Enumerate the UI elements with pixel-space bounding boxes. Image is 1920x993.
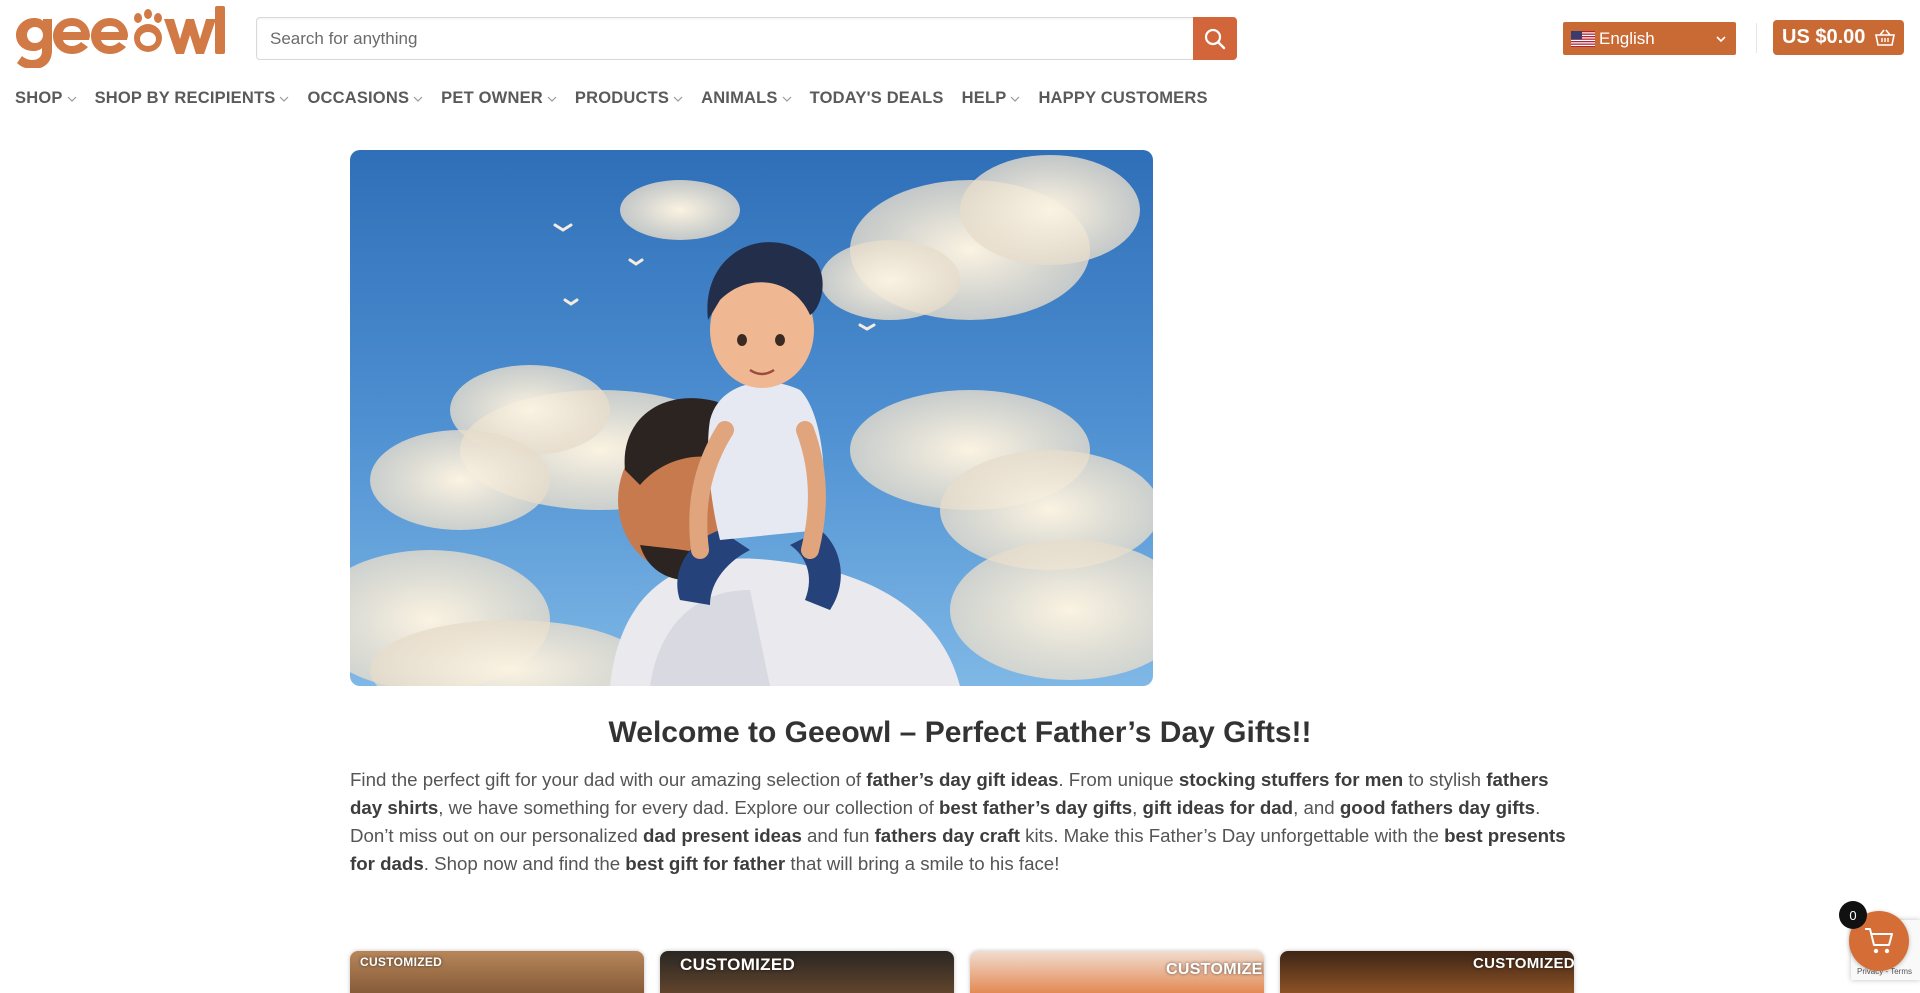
intro-text: kits. Make this Father’s Day unforgettab… xyxy=(1019,825,1445,846)
us-flag-icon xyxy=(1571,30,1595,47)
product-card[interactable]: CUSTOMIZED xyxy=(660,951,954,993)
nav-item-today-s-deals[interactable]: TODAY'S DEALS xyxy=(810,89,944,108)
keyword-text: gift ideas for dad xyxy=(1142,797,1294,818)
search-bar xyxy=(256,17,1237,60)
chevron-down-icon xyxy=(280,96,289,102)
intro-text: and fun xyxy=(801,825,875,846)
keyword-text: fathers day craft xyxy=(874,825,1020,846)
keyword-text: good fathers day gifts xyxy=(1339,797,1536,818)
search-button[interactable] xyxy=(1193,17,1237,60)
customized-badge: CUSTOMIZED xyxy=(1473,955,1574,972)
site-header: English US $0.00 SHOP SHOP BY RECIPIENTS O… xyxy=(0,0,1920,107)
logo-image xyxy=(16,6,225,68)
hero-image xyxy=(350,150,1153,686)
nav-item-label: HAPPY CUSTOMERS xyxy=(1038,88,1208,107)
keyword-text: best father’s day gifts xyxy=(938,797,1133,818)
nav-item-label: SHOP xyxy=(15,88,63,107)
product-card[interactable]: CUSTOMIZED xyxy=(350,951,644,993)
nav-item-label: HELP xyxy=(961,88,1007,107)
nav-item-label: PRODUCTS xyxy=(574,88,670,107)
father-son-illustration xyxy=(350,150,1153,686)
chevron-down-icon xyxy=(547,96,557,102)
search-input[interactable] xyxy=(256,17,1194,60)
customized-badge: CUSTOMIZED xyxy=(360,955,443,969)
intro-text: , and xyxy=(1293,797,1340,818)
intro-text: . Shop now and find the xyxy=(423,853,626,874)
intro-text: to stylish xyxy=(1403,769,1487,790)
chevron-down-icon xyxy=(413,96,423,102)
search-icon xyxy=(1204,28,1226,49)
nav-item-occasions[interactable]: OCCASIONS xyxy=(307,89,423,108)
nav-item-label: OCCASIONS xyxy=(307,88,410,107)
customized-badge: CUSTOMIZED xyxy=(1166,961,1264,978)
language-selector[interactable]: English xyxy=(1563,22,1736,55)
chevron-down-icon xyxy=(782,96,792,102)
intro-text: that will bring a smile to his face! xyxy=(785,853,1060,874)
keyword-text: dad present ideas xyxy=(642,825,802,846)
nav-item-pet-owner[interactable]: PET OWNER xyxy=(441,89,557,108)
product-card[interactable]: CUSTOMIZED xyxy=(1280,951,1574,993)
chevron-down-icon xyxy=(673,96,683,102)
page-title: Welcome to Geeowl – Perfect Father’s Day… xyxy=(608,716,1312,749)
intro-text: , xyxy=(1132,797,1143,818)
intro-text: Find the perfect gift for your dad with … xyxy=(350,769,867,790)
nav-item-label: SHOP BY RECIPIENTS xyxy=(94,88,276,107)
product-card[interactable]: CUSTOMIZED xyxy=(970,951,1264,993)
nav-item-help[interactable]: HELP xyxy=(962,89,1021,108)
nav-item-label: TODAY'S DEALS xyxy=(809,88,944,107)
chevron-down-icon xyxy=(1011,96,1020,102)
nav-item-label: PET OWNER xyxy=(441,88,543,107)
intro-text: , we have something for every dad. Explo… xyxy=(438,797,939,818)
language-label: English xyxy=(1599,28,1655,48)
nav-item-happy-customers[interactable]: HAPPY CUSTOMERS xyxy=(1038,89,1207,108)
keyword-text: best gift for father xyxy=(625,853,786,874)
basket-icon xyxy=(1875,29,1895,46)
intro-text: . From unique xyxy=(1058,769,1179,790)
intro-paragraph: Find the perfect gift for your dad with … xyxy=(350,766,1570,878)
nav-item-shop[interactable]: SHOP xyxy=(15,89,77,108)
customized-badge: CUSTOMIZED xyxy=(680,955,796,974)
cart-count-badge: 0 xyxy=(1839,901,1867,929)
nav-item-label: ANIMALS xyxy=(701,88,778,107)
cart-icon xyxy=(1865,928,1893,954)
keyword-text: stocking stuffers for men xyxy=(1178,769,1404,790)
nav-item-animals[interactable]: ANIMALS xyxy=(701,89,792,108)
cart-amount: US $0.00 xyxy=(1782,26,1866,48)
keyword-text: father’s day gift ideas xyxy=(866,769,1059,790)
chevron-down-icon xyxy=(67,96,76,102)
header-cart-button[interactable]: US $0.00 xyxy=(1773,20,1904,55)
chevron-down-icon xyxy=(1716,35,1726,42)
nav-item-shop-by-recipients[interactable]: SHOP BY RECIPIENTS xyxy=(95,89,290,108)
product-grid: CUSTOMIZED CUSTOMIZED CUSTOMIZED CUSTOMI… xyxy=(350,951,1574,993)
geeowl-logo[interactable] xyxy=(14,6,228,68)
nav-item-products[interactable]: PRODUCTS xyxy=(575,89,683,108)
main-nav: SHOP SHOP BY RECIPIENTS OCCASIONS PET OWNER… xyxy=(15,86,1226,110)
header-divider xyxy=(1756,23,1757,53)
